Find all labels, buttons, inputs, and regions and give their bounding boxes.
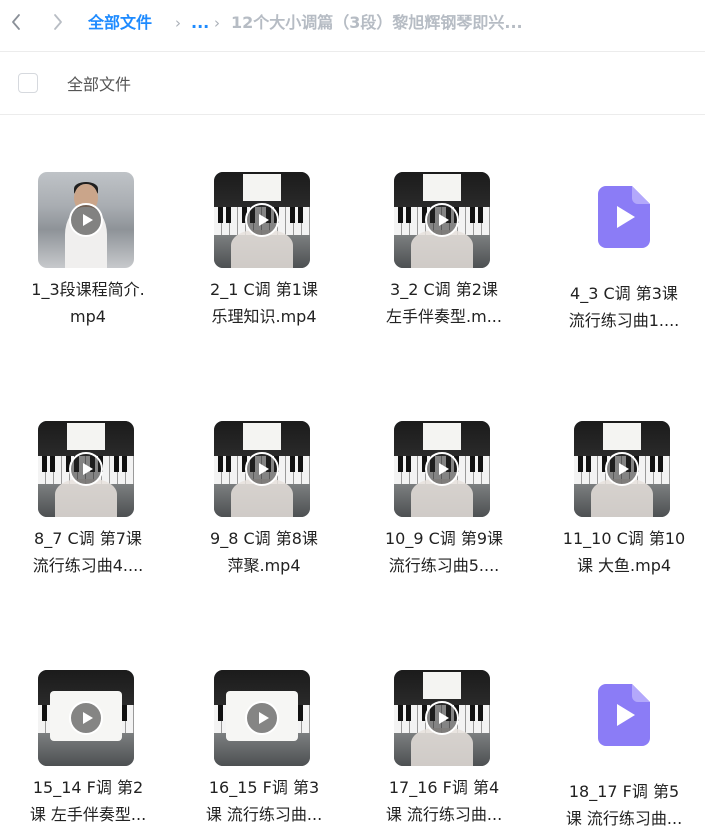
play-icon (69, 701, 103, 735)
file-name: 15_14 F调 第2 课 左手伴奏型... (0, 774, 176, 828)
file-name-line1: 16_15 F调 第3 (208, 778, 320, 797)
file-name: 18_17 F调 第5 课 流行练习曲... (536, 778, 705, 832)
video-thumbnail (214, 670, 310, 766)
file-item[interactable]: 1_3段课程简介. mp4 (0, 116, 176, 346)
file-name-line1: 17_16 F调 第4 (388, 778, 500, 797)
file-name-line1: 10_9 C调 第9课 (384, 529, 504, 548)
select-all-checkbox[interactable] (18, 73, 38, 93)
breadcrumb-current-folder: 12个大小调篇（3段）黎旭辉钢琴即兴... (231, 13, 523, 32)
file-name-line1: 18_17 F调 第5 (568, 782, 680, 801)
file-item[interactable]: 16_15 F调 第3 课 流行练习曲... (176, 614, 352, 838)
file-item[interactable]: 9_8 C调 第8课 萍聚.mp4 (176, 365, 352, 595)
file-name-line1: 4_3 C调 第3课 (570, 284, 678, 303)
file-name-line1: 2_1 C调 第1课 (210, 280, 318, 299)
file-name-line1: 8_7 C调 第7课 (34, 529, 142, 548)
file-item[interactable]: 11_10 C调 第10 课 大鱼.mp4 (536, 365, 705, 595)
breadcrumb-separator-icon: › (214, 14, 220, 32)
video-file-icon (598, 186, 650, 248)
video-thumbnail (214, 172, 310, 268)
file-name-line2: mp4 (70, 307, 106, 326)
video-thumbnail (38, 670, 134, 766)
play-icon (245, 203, 279, 237)
video-thumbnail (574, 421, 670, 517)
video-thumbnail (38, 421, 134, 517)
file-name: 3_2 C调 第2课 左手伴奏型.m... (356, 276, 532, 330)
file-name: 1_3段课程简介. mp4 (0, 276, 176, 330)
video-thumbnail (394, 670, 490, 766)
file-item[interactable]: 4_3 C调 第3课 流行练习曲1.... (536, 116, 705, 346)
file-name-line2: 课 流行练习曲... (205, 805, 323, 824)
file-name-line2: 流行练习曲5.... (388, 556, 500, 575)
video-thumbnail (214, 421, 310, 517)
file-item[interactable]: 2_1 C调 第1课 乐理知识.mp4 (176, 116, 352, 346)
file-name-line2: 流行练习曲4.... (32, 556, 144, 575)
file-name-line1: 3_2 C调 第2课 (390, 280, 498, 299)
play-icon (425, 701, 459, 735)
file-name: 16_15 F调 第3 课 流行练习曲... (176, 774, 352, 828)
video-thumbnail (394, 421, 490, 517)
file-name: 9_8 C调 第8课 萍聚.mp4 (176, 525, 352, 579)
file-item[interactable]: 17_16 F调 第4 课 流行练习曲... (356, 614, 532, 838)
play-icon (245, 701, 279, 735)
file-name-line2: 乐理知识.mp4 (211, 307, 317, 326)
play-icon (425, 452, 459, 486)
play-icon (425, 203, 459, 237)
forward-button[interactable] (46, 10, 70, 34)
play-icon (69, 203, 103, 237)
file-name-line2: 课 大鱼.mp4 (576, 556, 672, 575)
play-icon (605, 452, 639, 486)
chevron-right-icon (54, 14, 62, 30)
video-thumbnail (394, 172, 490, 268)
file-name: 17_16 F调 第4 课 流行练习曲... (356, 774, 532, 828)
video-file-icon (598, 684, 650, 746)
file-item[interactable]: 18_17 F调 第5 课 流行练习曲... (536, 614, 705, 838)
chevron-left-icon (12, 14, 20, 30)
file-name-line2: 课 左手伴奏型... (29, 805, 147, 824)
file-name: 8_7 C调 第7课 流行练习曲4.... (0, 525, 176, 579)
file-name-line1: 11_10 C调 第10 (562, 529, 686, 548)
breadcrumb-root[interactable]: 全部文件 (88, 0, 152, 46)
file-name: 2_1 C调 第1课 乐理知识.mp4 (176, 276, 352, 330)
file-name-line1: 9_8 C调 第8课 (210, 529, 318, 548)
top-navigation-bar: 全部文件 › ... › 12个大小调篇（3段）黎旭辉钢琴即兴... (0, 0, 705, 52)
file-name: 4_3 C调 第3课 流行练习曲1.... (536, 280, 705, 334)
file-item[interactable]: 3_2 C调 第2课 左手伴奏型.m... (356, 116, 532, 346)
select-all-label: 全部文件 (67, 75, 132, 94)
file-item[interactable]: 15_14 F调 第2 课 左手伴奏型... (0, 614, 176, 838)
file-name-line1: 15_14 F调 第2 (32, 778, 144, 797)
file-name-line2: 课 流行练习曲... (565, 809, 683, 828)
file-name-line2: 课 流行练习曲... (385, 805, 503, 824)
file-item[interactable]: 10_9 C调 第9课 流行练习曲5.... (356, 365, 532, 595)
video-thumbnail (38, 172, 134, 268)
file-name-line1: 1_3段课程简介. (31, 280, 145, 299)
back-button[interactable] (4, 10, 28, 34)
file-item[interactable]: 8_7 C调 第7课 流行练习曲4.... (0, 365, 176, 595)
file-name: 10_9 C调 第9课 流行练习曲5.... (356, 525, 532, 579)
breadcrumb-separator-icon: › (175, 14, 181, 32)
file-name-line2: 萍聚.mp4 (227, 556, 301, 575)
play-icon (69, 452, 103, 486)
file-name: 11_10 C调 第10 课 大鱼.mp4 (536, 525, 705, 579)
breadcrumb-ellipsis[interactable]: ... (191, 0, 209, 46)
file-name-line2: 流行练习曲1.... (568, 311, 680, 330)
file-name-line2: 左手伴奏型.m... (386, 307, 502, 326)
play-icon (245, 452, 279, 486)
